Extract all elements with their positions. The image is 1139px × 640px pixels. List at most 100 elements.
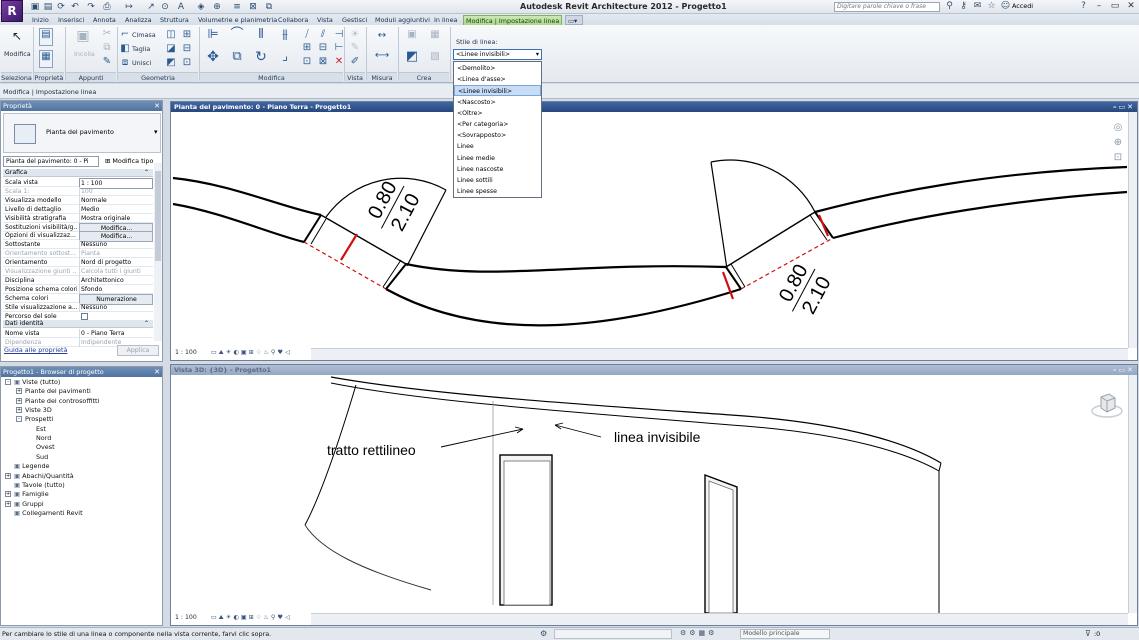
tab-volumetrie[interactable]: Volumetrie e planimetria <box>196 15 279 25</box>
thin-lines-icon[interactable]: ≡ <box>232 2 242 12</box>
browser-tree-item[interactable]: ▣ Legende <box>5 462 50 470</box>
viewcube-icon[interactable] <box>1091 389 1123 419</box>
align-icon[interactable]: ⊫ <box>206 28 220 41</box>
view-window-buttons[interactable]: –▭✕ <box>1113 102 1135 112</box>
collapse-icon[interactable]: - <box>16 416 22 423</box>
tab-inizio[interactable]: Inizio <box>30 15 51 25</box>
collapse-icon[interactable]: ⌃ <box>144 320 149 328</box>
wall-joins-icon[interactable]: ⊞ <box>180 29 194 41</box>
user-icon[interactable]: ☺ <box>1000 1 1011 12</box>
property-row[interactable]: Sottostante Nessuno <box>3 240 153 250</box>
collapse-icon[interactable]: ⌃ <box>144 169 149 177</box>
property-row[interactable]: Visualizza modello Normale <box>3 195 153 205</box>
plan-scale[interactable]: 1 : 100 <box>175 349 197 356</box>
text-icon[interactable]: A <box>176 2 186 12</box>
browser-tree-item[interactable]: ▣ Tavole (tutto) <box>5 481 65 489</box>
tab-in-linea[interactable]: In linea <box>432 15 459 25</box>
3d-view-icon[interactable]: ◈ <box>196 2 206 12</box>
status-icons[interactable]: ⚙⚙▦⚙ <box>680 629 717 637</box>
type-selector[interactable]: Pianta del pavimento ▾ <box>3 113 161 153</box>
section-identity[interactable]: Dati identità ⌃ <box>3 320 153 328</box>
view-control-icons[interactable]: ▭⛰☀◐▣⊞♢♨⚲♥◁ <box>211 614 292 621</box>
create-parts-icon[interactable]: ▧ <box>428 51 442 63</box>
close-icon[interactable]: ✕ <box>154 367 160 377</box>
view-window-buttons[interactable]: –▭✕ <box>1113 365 1135 375</box>
line-style-option[interactable]: Linee spesse <box>454 186 541 197</box>
cut-geometry-label[interactable]: Taglia <box>132 45 150 53</box>
join-icon[interactable]: ⧈ <box>119 57 131 69</box>
tab-vista[interactable]: Vista <box>315 15 335 25</box>
browser-tree-item[interactable]: Nord <box>27 434 51 442</box>
tab-collabora[interactable]: Collabora <box>276 15 310 25</box>
chevron-down-icon[interactable]: ▾ <box>154 128 158 136</box>
line-style-option[interactable]: Linee medie <box>454 153 541 164</box>
property-row[interactable]: Orientamento sottost... Pianta <box>3 249 153 259</box>
3d-scale[interactable]: 1 : 100 <box>175 614 197 621</box>
modify-cursor-icon[interactable]: ↖ <box>10 30 24 42</box>
cope-label[interactable]: Cimasa <box>132 31 156 39</box>
favorites-icon[interactable]: ☆ <box>986 1 997 12</box>
array-icon[interactable]: ⊡ <box>300 56 314 68</box>
sync-icon[interactable]: ⟳ <box>56 2 66 12</box>
collapse-icon[interactable]: - <box>5 379 11 385</box>
tab-inserisci[interactable]: Inserisci <box>56 15 86 25</box>
floor-plan-view[interactable]: Pianta del pavimento: 0 - Piano Terra - … <box>170 101 1138 361</box>
plan-horizontal-scrollbar[interactable] <box>311 348 1128 360</box>
split-gap-icon[interactable]: ⫽ <box>316 29 330 41</box>
unpin-icon[interactable]: ⊟ <box>316 42 330 54</box>
expand-icon[interactable]: + <box>5 472 11 479</box>
section-graphics[interactable]: Grafica ⌃ <box>3 169 153 177</box>
mirror-axis-icon[interactable]: ⫴ <box>254 28 268 41</box>
property-row[interactable]: Opzioni di visualizzaz... Modifica... <box>3 231 153 243</box>
split-icon[interactable]: ⧸ <box>300 29 314 41</box>
paste-label[interactable]: Incolla <box>74 50 95 58</box>
tab-annota[interactable]: Annota <box>91 15 118 25</box>
print-icon[interactable]: ⎙ <box>102 2 112 12</box>
tag-icon[interactable]: ⊙ <box>160 2 170 12</box>
close-icon[interactable]: ✕ <box>154 101 160 111</box>
browser-tree-item[interactable]: + Viste 3D <box>16 406 52 414</box>
split-face-icon[interactable]: ◫ <box>164 29 178 41</box>
expand-icon[interactable]: + <box>5 500 11 507</box>
minimize-ribbon-icon[interactable]: ▭▾ <box>565 15 583 25</box>
door-tag-2[interactable]: 0.80 2.10 <box>772 258 837 323</box>
property-row[interactable]: Schema colori Numerazione <box>3 293 153 305</box>
browser-tree-item[interactable]: Est <box>27 425 46 433</box>
close-icon[interactable]: ✕ <box>1123 0 1139 13</box>
tab-struttura[interactable]: Struttura <box>158 15 191 25</box>
tab-moduli-aggiuntivi[interactable]: Moduli aggiuntivi <box>373 15 432 25</box>
browser-tree-item[interactable]: ▣ Collegamenti Revit <box>5 509 83 517</box>
property-row[interactable]: Stile visualizzazione a... Nessuno <box>3 302 153 312</box>
line-style-option[interactable]: <Linee invisibili> <box>454 85 541 97</box>
cut-icon[interactable]: ✂ <box>100 28 114 40</box>
browser-tree-item[interactable]: + ▣ Abachi/Quantità <box>5 472 74 480</box>
browser-tree-item[interactable]: + Piante dei controsoffitti <box>16 397 99 405</box>
properties-icon[interactable]: ▦ <box>39 50 53 68</box>
subscription-icon[interactable]: ⚷ <box>958 1 969 12</box>
remove-paint-icon[interactable]: ◩ <box>164 57 178 69</box>
browser-tree-item[interactable]: + ▣ Gruppi <box>5 500 44 508</box>
minimize-icon[interactable]: – <box>1091 0 1107 13</box>
plan-vertical-scrollbar[interactable] <box>1128 112 1137 348</box>
line-style-option[interactable]: <Demolito> <box>454 63 541 74</box>
property-row[interactable]: Posizione schema colori Sfondo <box>3 284 153 294</box>
offset-icon[interactable]: ⌒ <box>230 28 244 41</box>
match-type-icon[interactable]: ✎ <box>100 56 114 68</box>
line-style-option[interactable]: <Oltre> <box>454 108 541 119</box>
line-style-option[interactable]: Linee nascoste <box>454 164 541 175</box>
signin-link[interactable]: Accedi <box>1012 2 1033 10</box>
search-input[interactable]: Digitare parole chiave o frase <box>834 2 940 12</box>
tab-gestisci[interactable]: Gestisci <box>340 15 369 25</box>
move-icon[interactable]: ✥ <box>206 50 220 64</box>
application-menu-button[interactable]: R <box>1 0 23 22</box>
save-icon[interactable]: ▤ <box>43 2 53 12</box>
measure-distance-icon[interactable]: ↔ <box>372 30 392 42</box>
property-row[interactable]: Nome vista 0 - Piano Terra <box>3 329 153 338</box>
create-similar-icon[interactable]: ◩ <box>405 50 419 63</box>
expand-icon[interactable]: + <box>16 407 22 414</box>
cope-icon[interactable]: ⌐ <box>119 29 131 41</box>
aligned-dimension-icon[interactable]: ⟷ <box>372 50 392 62</box>
demolish-icon[interactable]: ⊟ <box>180 43 194 55</box>
communication-icon[interactable]: ✉ <box>972 1 983 12</box>
filter-icon[interactable]: ⊽ <box>1085 629 1091 638</box>
